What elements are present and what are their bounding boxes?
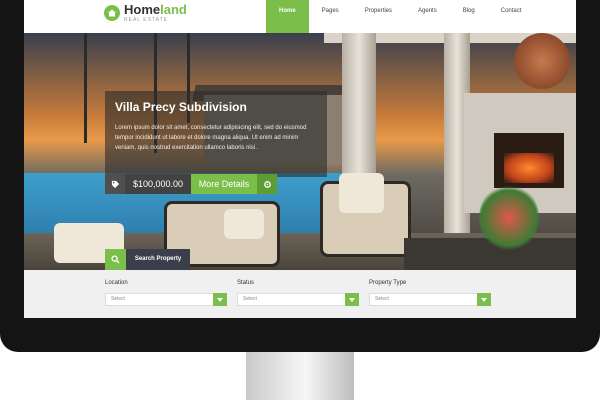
nav-item-pages[interactable]: Pages bbox=[309, 0, 352, 33]
nav-item-blog[interactable]: Blog bbox=[450, 0, 488, 33]
chevron-down-icon[interactable] bbox=[213, 293, 227, 306]
status-select[interactable]: Select bbox=[237, 293, 359, 306]
hero-slider: Villa Precy Subdivision Lorem ipsum dolo… bbox=[24, 33, 576, 270]
hero-description: Lorem ipsum dolor sit amet, consectetur … bbox=[115, 125, 307, 151]
monitor-stand bbox=[246, 352, 354, 400]
property-type-field: Property Type Select bbox=[369, 280, 491, 306]
hero-photo-fire bbox=[504, 153, 554, 183]
status-label: Status bbox=[237, 280, 255, 286]
chevron-down-icon[interactable] bbox=[345, 293, 359, 306]
location-label: Location bbox=[105, 280, 128, 286]
nav-item-contact[interactable]: Contact bbox=[488, 0, 535, 33]
logo[interactable]: Homeland REAL ESTATE bbox=[104, 3, 187, 23]
status-select-value: Select bbox=[243, 296, 257, 302]
more-details-button[interactable]: More Details bbox=[191, 174, 257, 194]
main-nav: Home Pages Properties Agents Blog Contac… bbox=[266, 0, 534, 33]
price-bar: $100,000.00 More Details bbox=[105, 174, 277, 194]
palm-tree bbox=[84, 33, 87, 143]
nav-item-agents[interactable]: Agents bbox=[405, 0, 450, 33]
location-select[interactable]: Select bbox=[105, 293, 227, 306]
search-icon[interactable] bbox=[105, 249, 126, 270]
hero-photo-decor-wheel bbox=[514, 33, 570, 89]
search-property-button[interactable]: Search Property bbox=[105, 249, 190, 270]
property-search-form: Location Select Status Select Property T… bbox=[24, 270, 576, 318]
monitor-frame: Homeland REAL ESTATE Home Pages Properti… bbox=[0, 0, 600, 352]
location-select-value: Select bbox=[111, 296, 125, 302]
hero-photo-cushion bbox=[224, 209, 264, 239]
hero-photo-cushion bbox=[339, 173, 384, 213]
nav-item-properties[interactable]: Properties bbox=[352, 0, 405, 33]
status-field: Status Select bbox=[237, 280, 359, 306]
price-label: $100,000.00 bbox=[125, 174, 191, 194]
chevron-down-icon[interactable] bbox=[477, 293, 491, 306]
nav-item-home[interactable]: Home bbox=[266, 0, 309, 33]
plus-icon[interactable] bbox=[257, 174, 277, 194]
hero-title: Villa Precy Subdivision bbox=[115, 100, 247, 114]
website-screen: Homeland REAL ESTATE Home Pages Properti… bbox=[24, 0, 576, 318]
logo-name-part1: Home bbox=[124, 2, 161, 17]
logo-name: Homeland bbox=[124, 3, 187, 17]
tag-icon bbox=[105, 174, 125, 194]
hero-photo-plant bbox=[479, 183, 539, 253]
logo-name-part2: land bbox=[160, 2, 187, 17]
property-type-select-value: Select bbox=[375, 296, 389, 302]
property-type-select[interactable]: Select bbox=[369, 293, 491, 306]
property-type-label: Property Type bbox=[369, 280, 407, 286]
logo-tagline: REAL ESTATE bbox=[124, 17, 168, 23]
search-property-label[interactable]: Search Property bbox=[126, 249, 190, 270]
house-icon bbox=[104, 5, 120, 21]
top-navbar: Homeland REAL ESTATE Home Pages Properti… bbox=[24, 0, 576, 34]
location-field: Location Select bbox=[105, 280, 227, 306]
hero-caption: Villa Precy Subdivision Lorem ipsum dolo… bbox=[105, 91, 327, 177]
